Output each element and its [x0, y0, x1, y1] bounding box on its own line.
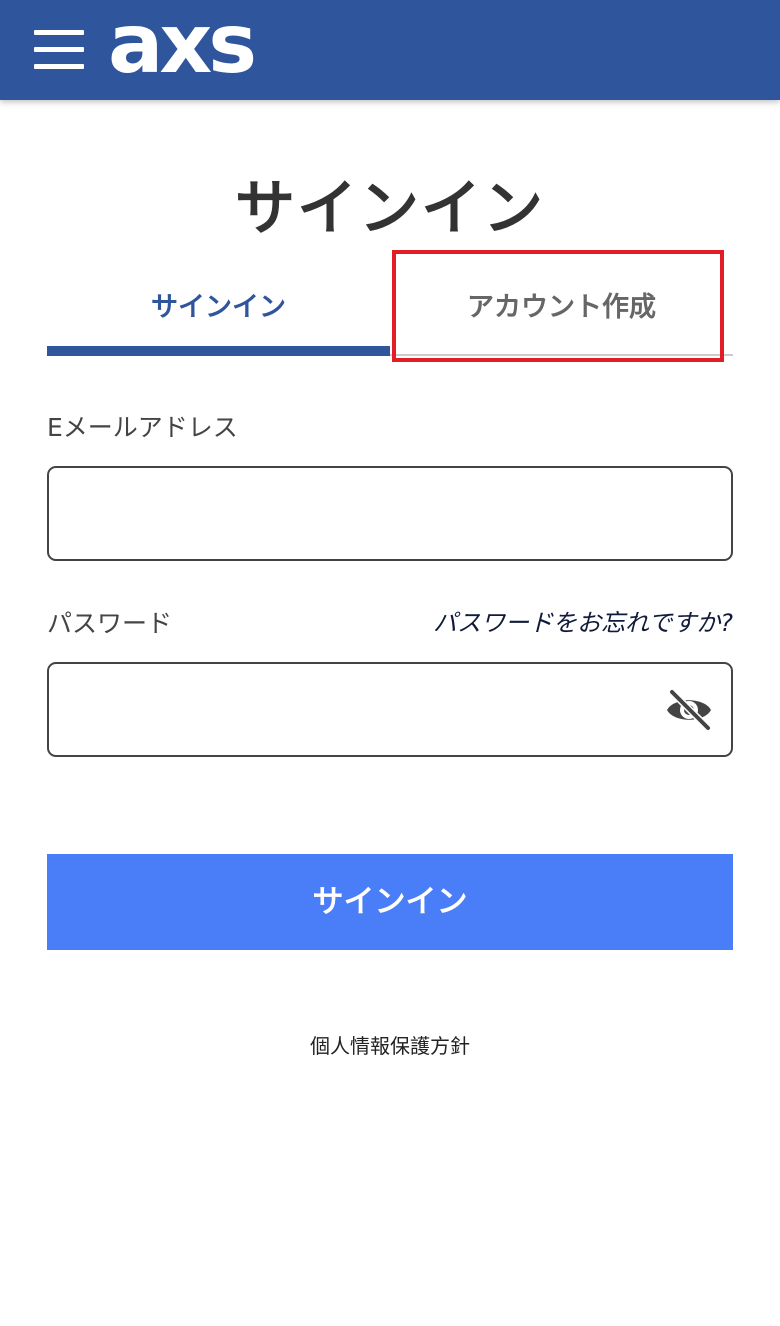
- axs-logo[interactable]: axs: [108, 8, 288, 92]
- highlight-annotation-box: [392, 250, 724, 362]
- password-label: パスワード: [47, 609, 173, 638]
- hamburger-menu-icon[interactable]: [34, 28, 84, 72]
- tab-signin[interactable]: サインイン: [47, 270, 390, 356]
- privacy-policy-link[interactable]: 個人情報保護方針: [0, 1030, 780, 1059]
- eye-off-icon[interactable]: [664, 688, 714, 732]
- email-field[interactable]: [47, 466, 733, 561]
- password-field[interactable]: [47, 662, 733, 757]
- email-label: Eメールアドレス: [47, 413, 238, 442]
- page-title: サインイン: [235, 174, 545, 244]
- forgot-password-link[interactable]: パスワードをお忘れですか?: [433, 603, 733, 638]
- app-header: axs: [0, 0, 780, 100]
- signin-submit-button[interactable]: サインイン: [47, 854, 733, 950]
- svg-text:axs: axs: [108, 8, 253, 92]
